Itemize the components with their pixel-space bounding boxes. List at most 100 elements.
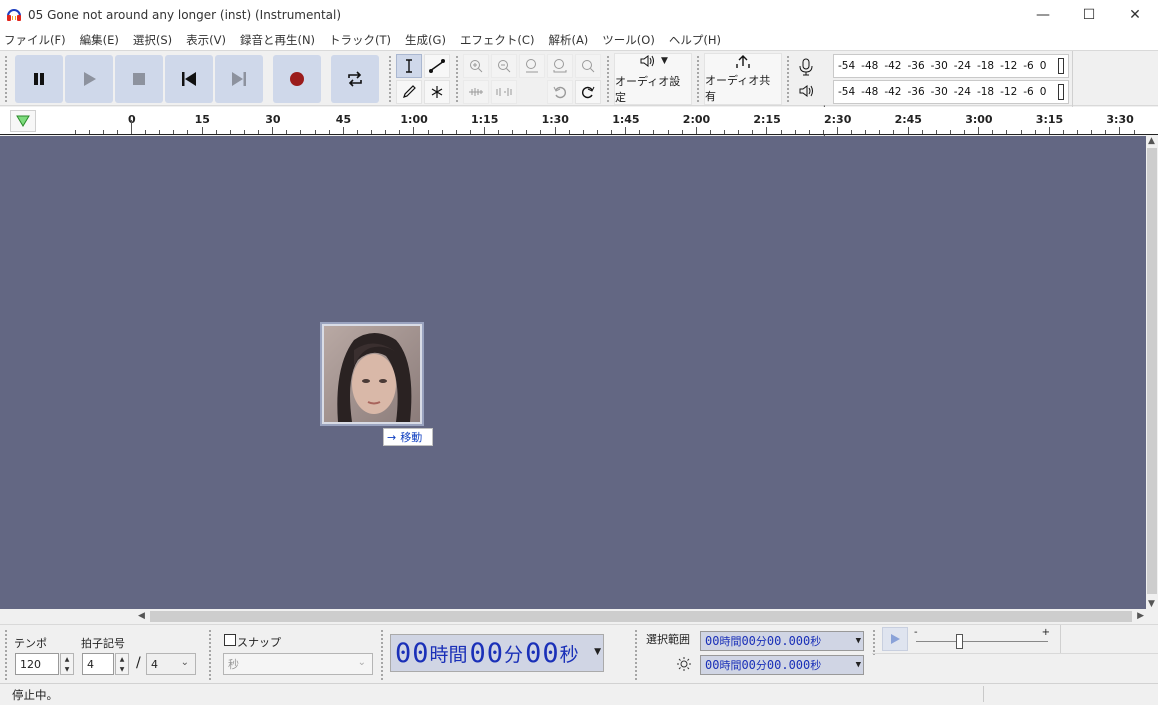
meter-slider-handle[interactable] [1058, 58, 1064, 74]
play-at-speed-button[interactable] [882, 627, 908, 651]
audio-setup-button[interactable]: ▼ オーディオ設定 [614, 53, 692, 105]
ruler-minor-tick [215, 130, 217, 134]
undo-button[interactable] [547, 80, 573, 104]
skip-to-end-button[interactable] [215, 55, 263, 103]
draw-tool[interactable] [396, 80, 422, 104]
speed-slider-thumb[interactable] [956, 634, 963, 649]
ruler-minor-tick [427, 130, 429, 134]
time-display[interactable]: 00 時間 00 分 00 秒 ▼ [390, 634, 604, 672]
menu-transport[interactable]: 録音と再生(N) [240, 32, 315, 48]
selection-end-time[interactable]: 00 時間 00 分 00.000 秒 ▼ [700, 655, 864, 675]
pause-button[interactable] [15, 55, 63, 103]
menu-edit[interactable]: 編集(E) [80, 32, 119, 48]
vertical-scrollbar[interactable]: ▲ ▼ [1146, 136, 1158, 609]
toolbar-grip[interactable] [606, 55, 610, 103]
multi-tool[interactable] [424, 80, 450, 104]
playback-speed-slider[interactable]: - + [912, 627, 1052, 649]
tempo-spinner[interactable]: ▲ ▼ [60, 653, 74, 675]
record-meter-button[interactable] [796, 57, 816, 80]
audacity-window: 05 Gone not around any longer (inst) (In… [0, 0, 1158, 705]
gear-icon [677, 657, 691, 671]
redo-icon [582, 86, 595, 99]
scroll-right-icon[interactable]: ▶ [1137, 611, 1144, 621]
time-signature-denominator[interactable]: 4 ⌄ [146, 653, 196, 675]
chevron-down-icon[interactable]: ▼ [856, 636, 861, 646]
menu-tracks[interactable]: トラック(T) [329, 32, 391, 48]
scroll-down-icon[interactable]: ▼ [1148, 599, 1155, 609]
toolbar-grip[interactable] [208, 629, 212, 681]
playback-meter-button[interactable] [797, 83, 817, 104]
share-audio-button[interactable]: オーディオ共有 [704, 53, 782, 105]
chevron-down-icon[interactable]: ▼ [856, 660, 861, 670]
toolbar-grip[interactable] [872, 629, 876, 655]
close-button[interactable]: ✕ [1112, 0, 1158, 30]
play-button[interactable] [65, 55, 113, 103]
ruler-minor-tick [74, 130, 76, 134]
ruler-tick-label: 1:15 [471, 113, 499, 126]
toolbar-grip[interactable] [786, 55, 790, 103]
time-format-dropdown-icon[interactable]: ▼ [594, 647, 601, 657]
time-signature-numerator[interactable]: 4 [82, 653, 114, 675]
toolbar-grip[interactable] [696, 55, 700, 103]
minimize-button[interactable]: — [1020, 0, 1066, 30]
playback-meter[interactable]: -54 -48 -42 -36 -30 -24 -18 -12 -6 0 [833, 80, 1069, 104]
redo-button[interactable] [575, 80, 601, 104]
zoom-toggle-button[interactable] [575, 54, 601, 78]
scroll-up-icon[interactable]: ▲ [1148, 136, 1155, 146]
toolbar-grip[interactable] [380, 629, 384, 681]
vertical-scroll-thumb[interactable] [1147, 148, 1157, 594]
stop-button[interactable] [115, 55, 163, 103]
toolbar-grip[interactable] [388, 55, 392, 103]
ruler-minor-tick [992, 130, 994, 134]
meter-slider-handle[interactable] [1058, 84, 1064, 100]
menu-select[interactable]: 選択(S) [133, 32, 172, 48]
timeline-options-button[interactable] [10, 110, 36, 132]
speaker-icon [799, 85, 813, 97]
zoom-in-button[interactable] [463, 54, 489, 78]
snap-unit-select[interactable]: 秒 ⌄ [223, 653, 373, 675]
record-meter[interactable]: -54 -48 -42 -36 -30 -24 -18 -12 -6 0 [833, 54, 1069, 78]
tempo-input[interactable]: 120 [15, 653, 59, 675]
toolbar-divider [1072, 51, 1073, 107]
trim-button[interactable] [463, 80, 489, 104]
skip-start-icon [182, 72, 196, 86]
timeline-ruler[interactable]: 01530451:001:151:301:452:002:152:302:453… [0, 107, 1158, 135]
selection-tool[interactable] [396, 54, 422, 78]
track-area[interactable] [0, 136, 1146, 609]
toolbar-grip[interactable] [634, 629, 638, 681]
toolbar-grip[interactable] [4, 629, 8, 681]
ruler-minor-tick [1020, 130, 1022, 134]
loop-icon [348, 71, 362, 87]
toolbar-grip[interactable] [455, 55, 459, 103]
menu-help[interactable]: ヘルプ(H) [669, 32, 721, 48]
selection-start-time[interactable]: 00 時間 00 分 00.000 秒 ▼ [700, 631, 864, 651]
record-button[interactable] [273, 55, 321, 103]
menu-view[interactable]: 表示(V) [186, 32, 226, 48]
ruler-tick-label: 2:15 [753, 113, 781, 126]
ruler-tick-label: 30 [265, 113, 281, 126]
maximize-button[interactable]: ☐ [1066, 0, 1112, 30]
silence-button[interactable] [491, 80, 517, 104]
snap-checkbox[interactable] [224, 634, 236, 646]
loop-button[interactable] [331, 55, 379, 103]
toolbar-grip[interactable] [4, 55, 8, 103]
ruler-major-tick [342, 127, 344, 134]
zoom-out-button[interactable] [491, 54, 517, 78]
envelope-tool[interactable] [424, 54, 450, 78]
menu-file[interactable]: ファイル(F) [4, 32, 66, 48]
ruler-minor-tick [681, 130, 683, 134]
horizontal-scroll-thumb[interactable] [150, 611, 1132, 622]
numerator-spinner[interactable]: ▲ ▼ [115, 653, 129, 675]
menu-analyze[interactable]: 解析(A) [548, 32, 588, 48]
fit-project-button[interactable] [547, 54, 573, 78]
menu-generate[interactable]: 生成(G) [405, 32, 446, 48]
ruler-minor-tick [145, 130, 147, 134]
skip-to-start-button[interactable] [165, 55, 213, 103]
selection-settings-button[interactable] [676, 656, 692, 675]
scroll-left-icon[interactable]: ◀ [138, 611, 145, 621]
menu-tools[interactable]: ツール(O) [602, 32, 655, 48]
ruler-major-tick [1119, 127, 1121, 134]
horizontal-scrollbar[interactable]: ◀ ▶ [136, 609, 1146, 624]
fit-selection-button[interactable] [519, 54, 545, 78]
menu-effect[interactable]: エフェクト(C) [460, 32, 535, 48]
